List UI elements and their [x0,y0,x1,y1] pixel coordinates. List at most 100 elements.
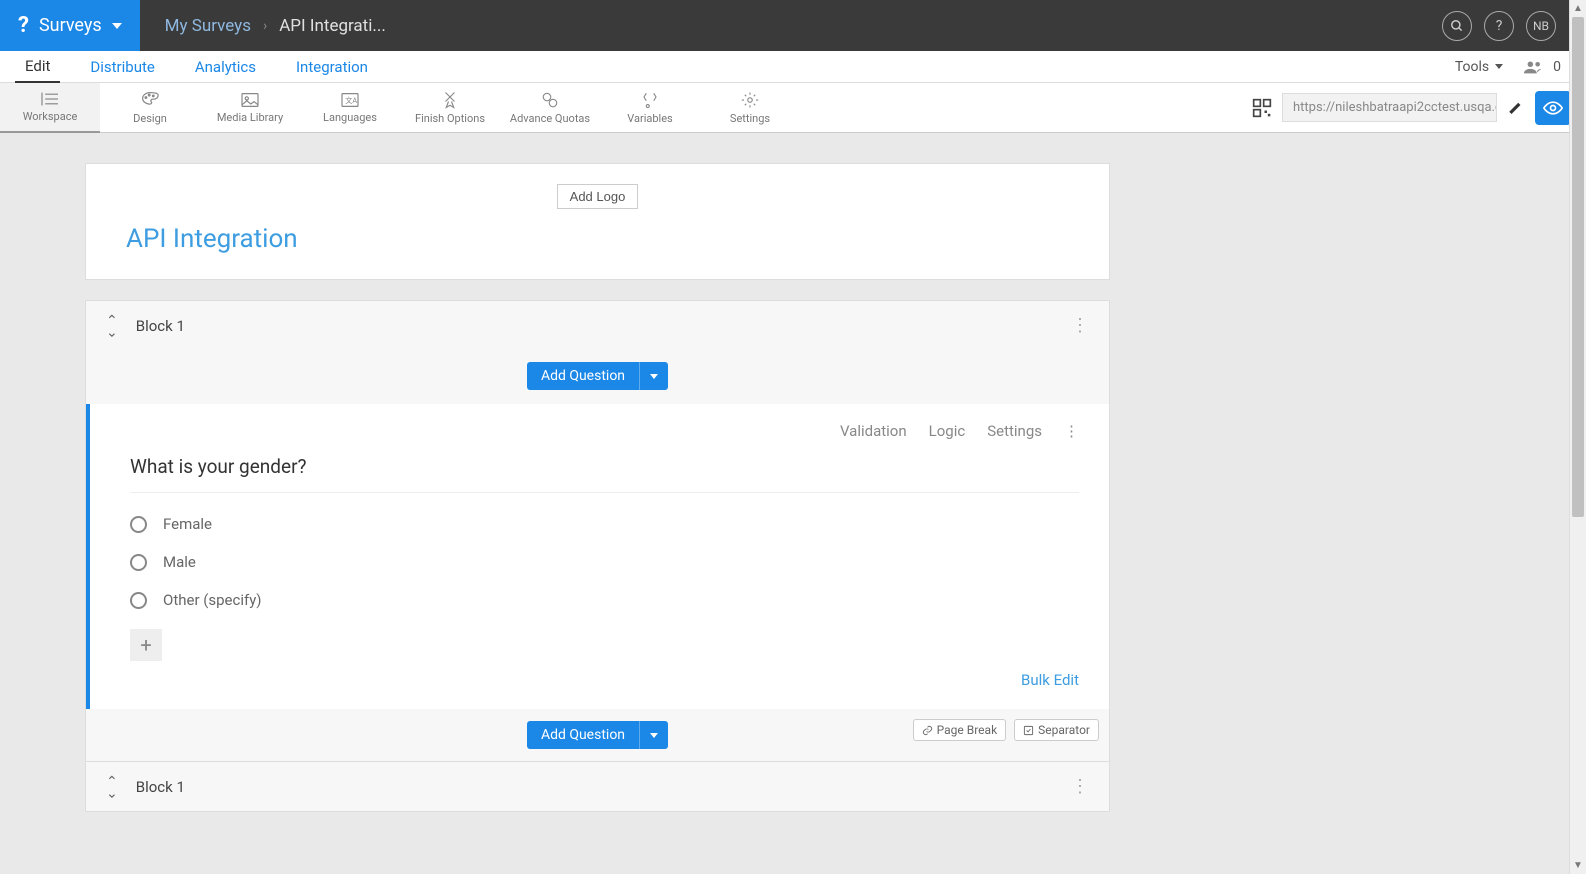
block-header: ⌃⌃ Block 1 ⋮ [86,301,1109,350]
collapse-icon[interactable]: ⌃⌃ [106,778,118,795]
nav-right: Tools 0 [1455,59,1571,75]
tab-edit[interactable]: Edit [15,51,60,83]
bulk-edit-link[interactable]: Bulk Edit [130,671,1079,689]
add-question-button[interactable]: Add Question [527,362,668,390]
add-question-caret[interactable] [639,362,668,390]
nav-tabs: Edit Distribute Analytics Integration To… [0,51,1586,83]
tool-design[interactable]: Design [100,83,200,133]
scrollbar[interactable]: ▲ ▼ [1569,0,1586,874]
tool-quotas[interactable]: Advance Quotas [500,83,600,133]
scroll-up-icon[interactable]: ▲ [1570,0,1586,17]
question-title[interactable]: What is your gender? [130,455,1079,493]
add-option-button[interactable]: + [130,629,162,661]
toolbar-right: https://nileshbatraapi2cctest.usqa.q [1252,91,1586,125]
option-label[interactable]: Other (specify) [163,591,262,609]
option-row: Female [130,515,1079,533]
tool-media[interactable]: Media Library [200,83,300,133]
block-1: ⌃⌃ Block 1 ⋮ Add Question Validation Log… [85,300,1110,812]
question-actions: Validation Logic Settings ⋮ [130,422,1079,440]
action-validation[interactable]: Validation [840,422,907,440]
surveys-menu[interactable]: ? Surveys [0,0,140,51]
tool-languages[interactable]: 文A Languages [300,83,400,133]
scroll-thumb[interactable] [1572,17,1584,517]
tool-finish-label: Finish Options [415,112,485,125]
surveys-label: Surveys [39,15,102,36]
caret-down-icon [650,374,658,379]
caret-down-icon [650,733,658,738]
tool-variables[interactable]: Variables [600,83,700,133]
add-question-label: Add Question [527,721,639,749]
add-question-label: Add Question [527,362,639,390]
block-menu-icon[interactable]: ⋮ [1071,776,1089,797]
avatar[interactable]: NB [1526,11,1556,41]
tool-quotas-label: Advance Quotas [510,112,590,125]
tool-settings-label: Settings [730,112,770,125]
tool-media-label: Media Library [217,111,283,124]
tab-distribute[interactable]: Distribute [80,52,164,82]
separator-label: Separator [1038,723,1090,737]
option-label[interactable]: Female [163,515,212,533]
breadcrumb-my-surveys[interactable]: My Surveys [165,16,251,36]
svg-text:文A: 文A [345,96,357,105]
radio-icon[interactable] [130,592,147,609]
logo-icon: ? [18,13,29,38]
survey-url[interactable]: https://nileshbatraapi2cctest.usqa.q [1282,93,1497,122]
canvas[interactable]: Add Logo API Integration ⌃⌃ Block 1 ⋮ Ad… [15,133,1556,874]
respondent-number: 0 [1553,59,1561,75]
block-title[interactable]: Block 1 [136,317,185,335]
survey-header-card: Add Logo API Integration [85,163,1110,280]
option-row: Other (specify) [130,591,1079,609]
add-question-button-2[interactable]: Add Question [527,721,668,749]
tab-integration[interactable]: Integration [286,52,378,82]
tool-design-label: Design [133,112,167,125]
caret-down-icon [1495,64,1503,69]
block-header-2: ⌃⌃ Block 1 ⋮ [86,761,1109,811]
collapse-icon[interactable]: ⌃⌃ [106,317,118,334]
tool-variables-label: Variables [627,112,673,125]
tool-workspace-label: Workspace [23,110,78,123]
survey-title[interactable]: API Integration [126,224,1069,254]
option-row: Male [130,553,1079,571]
people-icon [1523,60,1545,74]
block-title[interactable]: Block 1 [136,778,185,796]
breadcrumb-current: API Integrati... [279,16,386,36]
breadcrumb: My Surveys › API Integrati... [165,16,386,36]
preview-button[interactable] [1535,91,1571,125]
add-logo-button[interactable]: Add Logo [557,184,639,209]
toolbar: Workspace Design Media Library 文A Langua… [0,83,1586,133]
tool-settings[interactable]: Settings [700,83,800,133]
page-break-button[interactable]: Page Break [913,719,1007,741]
radio-icon[interactable] [130,516,147,533]
scroll-down-icon[interactable]: ▼ [1570,857,1586,874]
option-label[interactable]: Male [163,553,196,571]
action-logic[interactable]: Logic [929,422,966,440]
tool-workspace[interactable]: Workspace [0,83,100,133]
block-menu-icon[interactable]: ⋮ [1071,315,1089,336]
top-header: ? Surveys My Surveys › API Integrati... … [0,0,1586,51]
break-sep-controls: Page Break Separator [913,719,1099,741]
link-icon [922,725,933,736]
canvas-inner: Add Logo API Integration ⌃⌃ Block 1 ⋮ Ad… [85,163,1110,812]
pencil-icon[interactable] [1507,99,1525,117]
tool-languages-label: Languages [323,111,377,124]
help-icon[interactable]: ? [1484,11,1514,41]
caret-down-icon [112,23,122,29]
search-icon[interactable] [1442,11,1472,41]
radio-icon[interactable] [130,554,147,571]
add-question-caret[interactable] [639,721,668,749]
chevron-right-icon: › [263,18,267,34]
header-right: ? NB [1442,11,1586,41]
respondent-count[interactable]: 0 [1523,59,1561,75]
tools-menu[interactable]: Tools [1455,59,1503,75]
add-question-row-top: Add Question [86,350,1109,402]
check-icon [1023,725,1034,736]
tool-finish[interactable]: Finish Options [400,83,500,133]
qr-icon[interactable] [1252,98,1272,118]
between-blocks: Add Question Page Break Separator [86,709,1109,761]
separator-button[interactable]: Separator [1014,719,1099,741]
action-settings[interactable]: Settings [987,422,1042,440]
tab-analytics[interactable]: Analytics [185,52,266,82]
question-menu-icon[interactable]: ⋮ [1064,422,1079,440]
question-card[interactable]: Validation Logic Settings ⋮ What is your… [86,404,1109,709]
tools-label: Tools [1455,59,1489,75]
